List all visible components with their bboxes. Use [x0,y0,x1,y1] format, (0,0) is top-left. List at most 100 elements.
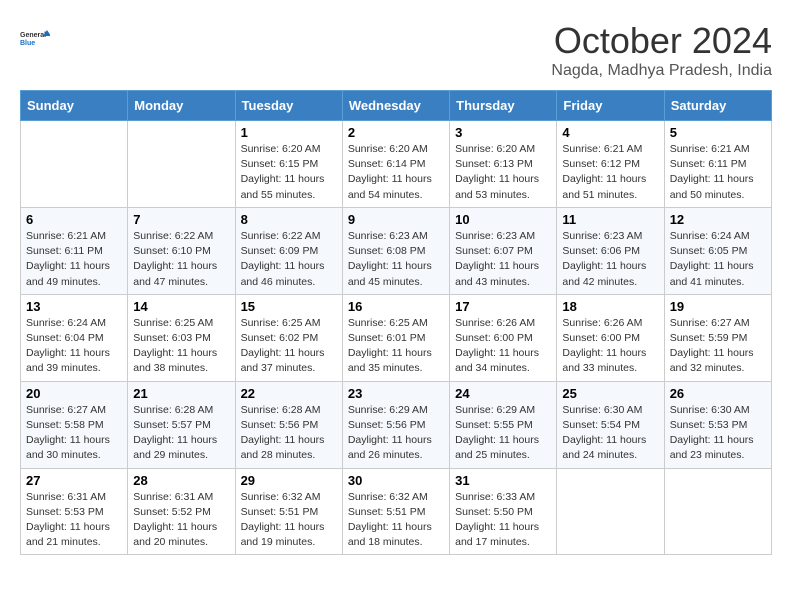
weekday-header-saturday: Saturday [664,91,771,121]
day-number: 14 [133,299,229,314]
calendar-cell [128,121,235,208]
day-number: 5 [670,125,766,140]
day-info: Sunrise: 6:27 AMSunset: 5:58 PMDaylight:… [26,403,122,464]
day-number: 16 [348,299,444,314]
calendar-cell: 28 Sunrise: 6:31 AMSunset: 5:52 PMDaylig… [128,468,235,555]
svg-text:General: General [20,32,46,39]
day-info: Sunrise: 6:22 AMSunset: 6:10 PMDaylight:… [133,229,229,290]
calendar-cell: 29 Sunrise: 6:32 AMSunset: 5:51 PMDaylig… [235,468,342,555]
weekday-header-row: SundayMondayTuesdayWednesdayThursdayFrid… [21,91,772,121]
calendar-cell: 10 Sunrise: 6:23 AMSunset: 6:07 PMDaylig… [450,207,557,294]
day-info: Sunrise: 6:20 AMSunset: 6:15 PMDaylight:… [241,142,337,203]
calendar-cell: 25 Sunrise: 6:30 AMSunset: 5:54 PMDaylig… [557,381,664,468]
location-title: Nagda, Madhya Pradesh, India [551,62,772,80]
day-number: 9 [348,212,444,227]
day-info: Sunrise: 6:24 AMSunset: 6:04 PMDaylight:… [26,316,122,377]
day-info: Sunrise: 6:23 AMSunset: 6:06 PMDaylight:… [562,229,658,290]
day-number: 12 [670,212,766,227]
calendar-week-row: 20 Sunrise: 6:27 AMSunset: 5:58 PMDaylig… [21,381,772,468]
calendar-cell: 22 Sunrise: 6:28 AMSunset: 5:56 PMDaylig… [235,381,342,468]
day-info: Sunrise: 6:21 AMSunset: 6:11 PMDaylight:… [26,229,122,290]
weekday-header-thursday: Thursday [450,91,557,121]
day-number: 29 [241,473,337,488]
day-info: Sunrise: 6:21 AMSunset: 6:12 PMDaylight:… [562,142,658,203]
day-info: Sunrise: 6:28 AMSunset: 5:57 PMDaylight:… [133,403,229,464]
calendar-cell: 6 Sunrise: 6:21 AMSunset: 6:11 PMDayligh… [21,207,128,294]
day-number: 7 [133,212,229,227]
calendar-cell: 23 Sunrise: 6:29 AMSunset: 5:56 PMDaylig… [342,381,449,468]
day-info: Sunrise: 6:21 AMSunset: 6:11 PMDaylight:… [670,142,766,203]
day-info: Sunrise: 6:27 AMSunset: 5:59 PMDaylight:… [670,316,766,377]
day-number: 26 [670,386,766,401]
calendar-week-row: 1 Sunrise: 6:20 AMSunset: 6:15 PMDayligh… [21,121,772,208]
weekday-header-friday: Friday [557,91,664,121]
month-title: October 2024 [551,20,772,62]
calendar-cell: 30 Sunrise: 6:32 AMSunset: 5:51 PMDaylig… [342,468,449,555]
calendar-cell: 4 Sunrise: 6:21 AMSunset: 6:12 PMDayligh… [557,121,664,208]
day-info: Sunrise: 6:26 AMSunset: 6:00 PMDaylight:… [455,316,551,377]
calendar-cell: 18 Sunrise: 6:26 AMSunset: 6:00 PMDaylig… [557,294,664,381]
calendar-cell: 14 Sunrise: 6:25 AMSunset: 6:03 PMDaylig… [128,294,235,381]
calendar-cell: 31 Sunrise: 6:33 AMSunset: 5:50 PMDaylig… [450,468,557,555]
calendar-cell: 20 Sunrise: 6:27 AMSunset: 5:58 PMDaylig… [21,381,128,468]
logo-svg: General Blue [20,20,50,56]
calendar-cell: 19 Sunrise: 6:27 AMSunset: 5:59 PMDaylig… [664,294,771,381]
day-info: Sunrise: 6:32 AMSunset: 5:51 PMDaylight:… [348,490,444,551]
day-info: Sunrise: 6:28 AMSunset: 5:56 PMDaylight:… [241,403,337,464]
day-info: Sunrise: 6:23 AMSunset: 6:08 PMDaylight:… [348,229,444,290]
day-number: 8 [241,212,337,227]
day-info: Sunrise: 6:22 AMSunset: 6:09 PMDaylight:… [241,229,337,290]
day-number: 1 [241,125,337,140]
day-number: 24 [455,386,551,401]
day-number: 22 [241,386,337,401]
calendar-cell: 3 Sunrise: 6:20 AMSunset: 6:13 PMDayligh… [450,121,557,208]
day-number: 6 [26,212,122,227]
day-info: Sunrise: 6:29 AMSunset: 5:55 PMDaylight:… [455,403,551,464]
calendar-cell: 9 Sunrise: 6:23 AMSunset: 6:08 PMDayligh… [342,207,449,294]
weekday-header-wednesday: Wednesday [342,91,449,121]
calendar-cell: 15 Sunrise: 6:25 AMSunset: 6:02 PMDaylig… [235,294,342,381]
weekday-header-tuesday: Tuesday [235,91,342,121]
day-number: 30 [348,473,444,488]
day-info: Sunrise: 6:23 AMSunset: 6:07 PMDaylight:… [455,229,551,290]
calendar-cell: 2 Sunrise: 6:20 AMSunset: 6:14 PMDayligh… [342,121,449,208]
calendar-cell [664,468,771,555]
calendar-cell [21,121,128,208]
calendar-cell: 13 Sunrise: 6:24 AMSunset: 6:04 PMDaylig… [21,294,128,381]
calendar-cell: 12 Sunrise: 6:24 AMSunset: 6:05 PMDaylig… [664,207,771,294]
day-number: 11 [562,212,658,227]
calendar-cell: 5 Sunrise: 6:21 AMSunset: 6:11 PMDayligh… [664,121,771,208]
day-info: Sunrise: 6:31 AMSunset: 5:52 PMDaylight:… [133,490,229,551]
day-number: 17 [455,299,551,314]
day-number: 27 [26,473,122,488]
page-header: General Blue October 2024 Nagda, Madhya … [20,20,772,80]
day-info: Sunrise: 6:25 AMSunset: 6:03 PMDaylight:… [133,316,229,377]
day-info: Sunrise: 6:25 AMSunset: 6:02 PMDaylight:… [241,316,337,377]
logo: General Blue [20,20,50,56]
day-number: 13 [26,299,122,314]
day-info: Sunrise: 6:29 AMSunset: 5:56 PMDaylight:… [348,403,444,464]
calendar-cell: 8 Sunrise: 6:22 AMSunset: 6:09 PMDayligh… [235,207,342,294]
title-area: October 2024 Nagda, Madhya Pradesh, Indi… [551,20,772,80]
day-number: 23 [348,386,444,401]
day-info: Sunrise: 6:32 AMSunset: 5:51 PMDaylight:… [241,490,337,551]
day-info: Sunrise: 6:30 AMSunset: 5:53 PMDaylight:… [670,403,766,464]
day-info: Sunrise: 6:25 AMSunset: 6:01 PMDaylight:… [348,316,444,377]
calendar-table: SundayMondayTuesdayWednesdayThursdayFrid… [20,90,772,555]
calendar-cell: 7 Sunrise: 6:22 AMSunset: 6:10 PMDayligh… [128,207,235,294]
day-number: 18 [562,299,658,314]
day-info: Sunrise: 6:20 AMSunset: 6:13 PMDaylight:… [455,142,551,203]
calendar-cell [557,468,664,555]
day-number: 20 [26,386,122,401]
day-info: Sunrise: 6:24 AMSunset: 6:05 PMDaylight:… [670,229,766,290]
calendar-cell: 24 Sunrise: 6:29 AMSunset: 5:55 PMDaylig… [450,381,557,468]
day-number: 4 [562,125,658,140]
svg-text:Blue: Blue [20,40,35,47]
day-info: Sunrise: 6:33 AMSunset: 5:50 PMDaylight:… [455,490,551,551]
day-number: 28 [133,473,229,488]
day-number: 3 [455,125,551,140]
day-number: 19 [670,299,766,314]
day-number: 10 [455,212,551,227]
day-number: 15 [241,299,337,314]
weekday-header-sunday: Sunday [21,91,128,121]
